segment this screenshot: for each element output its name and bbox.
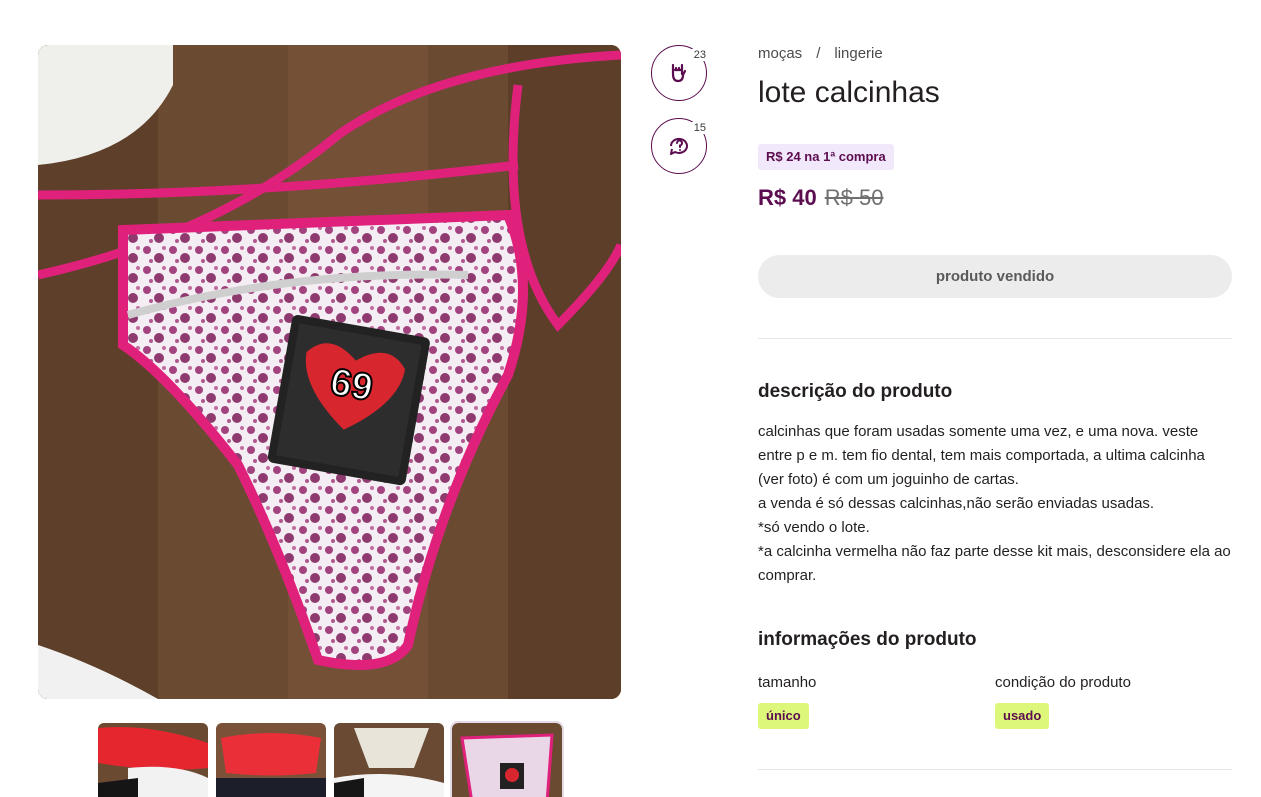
description-line: *a calcinha vermelha não faz parte desse…	[758, 543, 1231, 584]
first-purchase-promo-badge: R$ 24 na 1ª compra	[758, 144, 894, 170]
attribute-value-tag: usado	[995, 703, 1050, 729]
thumbnail-3[interactable]	[334, 723, 444, 797]
attribute-label: condição do produto	[995, 674, 1131, 691]
description-line: a venda é só dessas calcinhas,não serão …	[758, 495, 1155, 512]
original-price: R$ 50	[824, 185, 884, 210]
like-button[interactable]: 23	[651, 45, 708, 101]
thumbnail-1[interactable]	[98, 723, 208, 797]
thumbnail-4-active[interactable]	[450, 721, 564, 797]
question-count: 15	[691, 122, 708, 134]
description-line: *só vendo o lote.	[758, 519, 870, 536]
current-price: R$ 40	[758, 185, 817, 210]
product-info-heading: informações do produto	[758, 629, 977, 650]
breadcrumb-separator: /	[816, 45, 821, 62]
thumbnail-strip	[98, 721, 564, 797]
description-heading: descrição do produto	[758, 381, 953, 402]
product-description: calcinhas que foram usadas somente uma v…	[758, 420, 1234, 588]
sold-button[interactable]: produto vendido	[758, 255, 1232, 298]
breadcrumb: moças / lingerie	[758, 45, 883, 62]
main-product-photo[interactable]: 69	[38, 45, 621, 699]
divider	[758, 338, 1232, 339]
product-title: lote calcinhas	[758, 76, 940, 109]
like-count: 23	[691, 49, 708, 61]
breadcrumb-item-lingerie[interactable]: lingerie	[834, 45, 882, 62]
rock-hand-icon	[671, 63, 687, 83]
card-number-text: 69	[327, 361, 376, 410]
divider	[758, 769, 1232, 770]
thumbnail-2[interactable]	[216, 723, 326, 797]
price-row: R$ 40 R$ 50	[758, 185, 883, 211]
ask-question-button[interactable]: 15	[651, 118, 708, 174]
breadcrumb-item-mocas[interactable]: moças	[758, 45, 802, 62]
description-line: calcinhas que foram usadas somente uma v…	[758, 423, 1205, 488]
attribute-condition: condição do produto usado	[995, 674, 1131, 729]
question-bubble-icon	[669, 137, 688, 155]
attribute-value-tag: único	[758, 703, 809, 729]
attribute-label: tamanho	[758, 674, 817, 691]
attribute-size: tamanho único	[758, 674, 816, 729]
